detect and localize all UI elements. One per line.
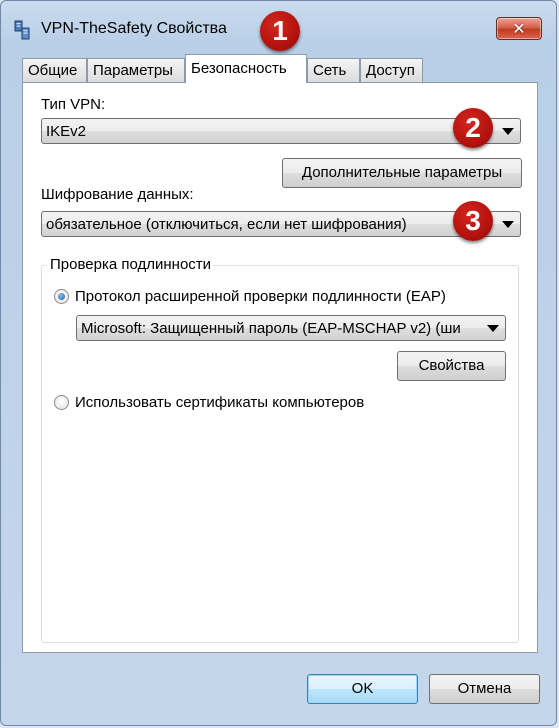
chevron-down-icon <box>502 221 514 228</box>
close-icon: ✕ <box>512 18 526 38</box>
tab-network[interactable]: Сеть <box>307 58 360 82</box>
vpn-type-label: Тип VPN: <box>41 96 106 113</box>
eap-radio-button[interactable] <box>54 288 69 304</box>
chevron-down-icon <box>502 128 514 135</box>
cancel-button[interactable]: Отмена <box>429 674 540 704</box>
encryption-value: обязательное (отключиться, если нет шифр… <box>46 216 407 233</box>
eap-radio-option[interactable]: Протокол расширенной проверки подлинност… <box>54 286 446 306</box>
certificates-radio-label: Использовать сертификаты компьютеров <box>75 393 365 411</box>
tab-general[interactable]: Общие <box>22 58 87 82</box>
close-button[interactable]: ✕ <box>496 17 542 40</box>
encryption-select[interactable]: обязательное (отключиться, если нет шифр… <box>41 211 521 237</box>
window-title: VPN-TheSafety Свойства <box>41 20 227 37</box>
vpn-type-value: IKEv2 <box>46 123 87 140</box>
network-connection-icon <box>14 20 30 40</box>
vpn-type-select[interactable]: IKEv2 <box>41 118 521 144</box>
eap-radio-label: Протокол расширенной проверки подлинност… <box>75 287 446 305</box>
properties-button[interactable]: Свойства <box>397 351 506 381</box>
certificates-radio-option[interactable]: Использовать сертификаты компьютеров <box>54 392 364 412</box>
tab-access[interactable]: Доступ <box>360 58 423 82</box>
tab-security[interactable]: Безопасность <box>185 54 307 83</box>
annotation-badge-3: 3 <box>453 201 493 241</box>
encryption-label: Шифрование данных: <box>41 186 194 203</box>
security-panel: Тип VPN: IKEv2 Дополнительные параметры … <box>22 82 538 653</box>
eap-method-select[interactable]: Microsoft: Защищенный пароль (EAP-MSCHAP… <box>76 315 506 341</box>
annotation-badge-1: 1 <box>260 11 300 51</box>
annotation-badge-2: 2 <box>453 108 493 148</box>
authentication-group-title: Проверка подлинности <box>47 256 215 273</box>
certificates-radio-button[interactable] <box>54 394 69 410</box>
tab-parameters[interactable]: Параметры <box>87 58 185 82</box>
advanced-settings-button[interactable]: Дополнительные параметры <box>282 158 522 188</box>
dialog-footer: OK Отмена <box>1 653 556 727</box>
ok-button[interactable]: OK <box>307 674 418 704</box>
chevron-down-icon <box>487 325 499 332</box>
eap-method-value: Microsoft: Защищенный пароль (EAP-MSCHAP… <box>81 320 461 337</box>
properties-window: VPN-TheSafety Свойства ✕ Общие Параметры… <box>0 0 557 726</box>
